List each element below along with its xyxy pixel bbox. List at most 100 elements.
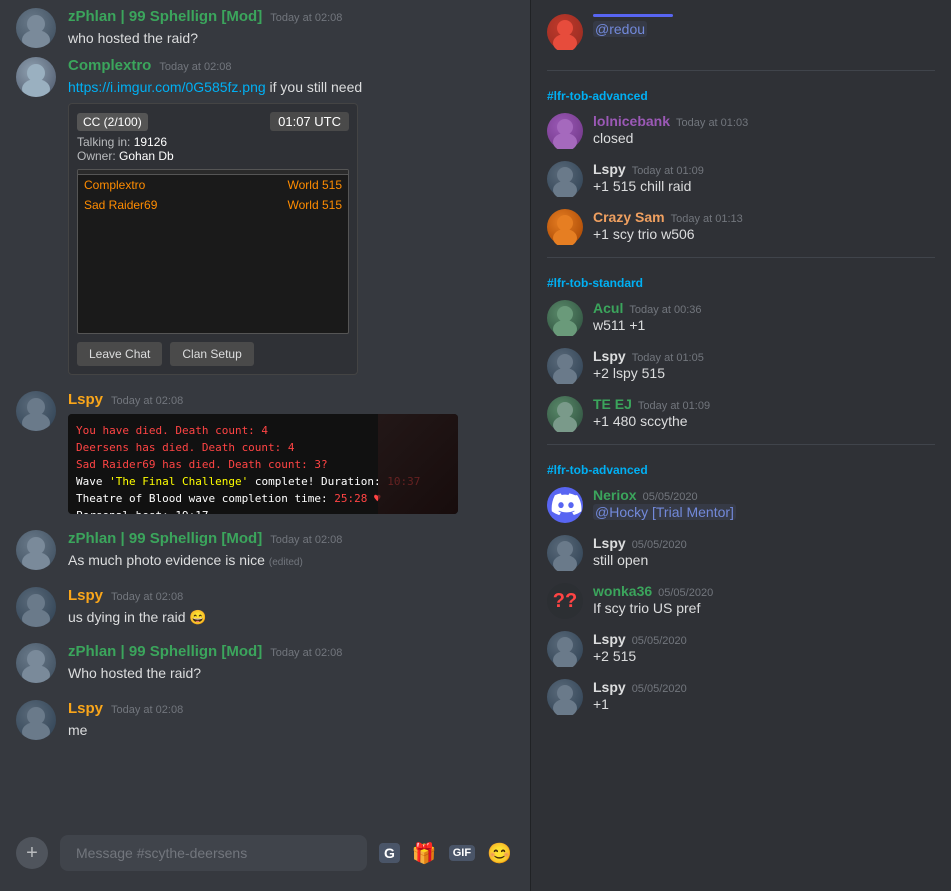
right-timestamp: Today at 00:36 bbox=[629, 304, 701, 316]
right-timestamp: Today at 01:05 bbox=[632, 352, 704, 364]
right-username: Lspy bbox=[593, 161, 626, 177]
emoji-button[interactable]: 😊 bbox=[485, 839, 514, 868]
timestamp: Today at 02:08 bbox=[111, 704, 183, 716]
avatar bbox=[16, 57, 56, 97]
add-attachment-button[interactable]: + bbox=[16, 837, 48, 869]
avatar-crazy-sam bbox=[547, 209, 583, 245]
right-header: lolnicebank Today at 01:03 bbox=[593, 113, 748, 129]
message-header: zPhlan | 99 Sphellign [Mod] Today at 02:… bbox=[68, 643, 514, 660]
player-entry: Sad Raider69 World 515 bbox=[78, 195, 348, 215]
message-header: Lspy Today at 02:08 bbox=[68, 700, 514, 717]
right-text: +1 480 sccythe bbox=[593, 412, 710, 432]
player-world: World 515 bbox=[288, 178, 342, 192]
right-message-content: @redou bbox=[593, 14, 673, 40]
divider bbox=[547, 257, 935, 258]
right-message: Crazy Sam Today at 01:13 +1 scy trio w50… bbox=[531, 203, 951, 251]
right-timestamp: Today at 01:13 bbox=[671, 213, 743, 225]
right-message: Acul Today at 00:36 w511 +1 bbox=[531, 294, 951, 342]
input-area: + G 🎁 GIF 😊 bbox=[0, 835, 530, 891]
game-embed: CC (2/100) 01:07 UTC Talking in: 19126 O… bbox=[68, 103, 358, 375]
divider bbox=[547, 444, 935, 445]
imgur-link[interactable]: https://i.imgur.com/0G585fz.png bbox=[68, 79, 266, 95]
player-list-box: Complextro World 515 Sad Raider69 World … bbox=[77, 169, 349, 334]
player-world: World 515 bbox=[288, 198, 342, 212]
right-text: @Hocky [Trial Mentor] bbox=[593, 503, 736, 523]
avatar bbox=[16, 643, 56, 683]
right-username: Lspy bbox=[593, 679, 626, 695]
avatar bbox=[16, 530, 56, 570]
edited-tag: (edited) bbox=[269, 557, 303, 568]
right-header: Lspy Today at 01:05 bbox=[593, 348, 704, 364]
cc-display: CC (2/100) bbox=[77, 114, 148, 129]
username: zPhlan | 99 Sphellign [Mod] bbox=[68, 8, 262, 25]
message-text: As much photo evidence is nice(edited) bbox=[68, 551, 514, 571]
death-screenshot: You have died. Death count: 4 Deersens h… bbox=[68, 414, 458, 514]
mention-redou: @redou bbox=[593, 21, 647, 37]
right-message: TE EJ Today at 01:09 +1 480 sccythe bbox=[531, 390, 951, 438]
leave-chat-button[interactable]: Leave Chat bbox=[77, 342, 162, 366]
avatar-acul bbox=[547, 300, 583, 336]
right-timestamp: Today at 01:09 bbox=[632, 165, 704, 177]
right-timestamp: 05/05/2020 bbox=[658, 587, 713, 599]
avatar bbox=[16, 8, 56, 48]
right-timestamp: Today at 01:03 bbox=[676, 117, 748, 129]
gift-button[interactable]: 🎁 bbox=[410, 839, 439, 868]
clan-setup-button[interactable]: Clan Setup bbox=[170, 342, 253, 366]
mention: @Hocky [Trial Mentor] bbox=[593, 504, 736, 520]
avatar-lspy bbox=[547, 679, 583, 715]
gif-button[interactable]: GIF bbox=[449, 845, 475, 861]
right-message-content: lolnicebank Today at 01:03 closed bbox=[593, 113, 748, 149]
message-content: zPhlan | 99 Sphellign [Mod] Today at 02:… bbox=[68, 530, 514, 571]
right-header: TE EJ Today at 01:09 bbox=[593, 396, 710, 412]
message-input[interactable] bbox=[60, 835, 367, 871]
message-content: Lspy Today at 02:08 me bbox=[68, 700, 514, 741]
message-group: Lspy Today at 02:08 us dying in the raid… bbox=[16, 587, 514, 628]
username-lspy: Lspy bbox=[68, 700, 103, 717]
message-header: Lspy Today at 02:08 bbox=[68, 587, 514, 604]
right-username: Acul bbox=[593, 300, 623, 316]
right-message-content: wonka36 05/05/2020 If scy trio US pref bbox=[593, 583, 713, 619]
right-message-content: Lspy 05/05/2020 +1 bbox=[593, 679, 687, 715]
message-group: Lspy Today at 02:08 me bbox=[16, 700, 514, 741]
player-entry: Complextro World 515 bbox=[78, 175, 348, 195]
embed-info: Talking in: 19126 Owner: Gohan Db bbox=[77, 135, 349, 163]
right-text: +1 515 chill raid bbox=[593, 177, 704, 197]
message-content: zPhlan | 99 Sphellign [Mod] Today at 02:… bbox=[68, 8, 514, 49]
message-content: Lspy Today at 02:08 You have died. Death… bbox=[68, 391, 514, 514]
timestamp: Today at 02:08 bbox=[270, 647, 342, 659]
messages-container: zPhlan | 99 Sphellign [Mod] Today at 02:… bbox=[0, 0, 530, 835]
message-group: Complextro Today at 02:08 https://i.imgu… bbox=[16, 57, 514, 376]
avatar bbox=[547, 14, 583, 50]
username-lspy: Lspy bbox=[68, 391, 103, 408]
message-text: who hosted the raid? bbox=[68, 29, 514, 49]
right-username: Neriox bbox=[593, 487, 637, 503]
right-message-content: TE EJ Today at 01:09 +1 480 sccythe bbox=[593, 396, 710, 432]
right-text: w511 +1 bbox=[593, 316, 702, 336]
right-username: Lspy bbox=[593, 631, 626, 647]
right-text: @redou bbox=[593, 20, 673, 40]
right-message: lolnicebank Today at 01:03 closed bbox=[531, 107, 951, 155]
avatar bbox=[16, 587, 56, 627]
message-content: Complextro Today at 02:08 https://i.imgu… bbox=[68, 57, 514, 376]
right-message-content: Lspy 05/05/2020 +2 515 bbox=[593, 631, 687, 667]
right-message-content: Neriox 05/05/2020 @Hocky [Trial Mentor] bbox=[593, 487, 736, 523]
right-timestamp: 05/05/2020 bbox=[643, 491, 698, 503]
right-text: +1 scy trio w506 bbox=[593, 225, 743, 245]
input-icons: G 🎁 GIF 😊 bbox=[379, 839, 514, 868]
avatar-lspy bbox=[547, 631, 583, 667]
right-text: If scy trio US pref bbox=[593, 599, 713, 619]
avatar-teej bbox=[547, 396, 583, 432]
right-header: Acul Today at 00:36 bbox=[593, 300, 702, 316]
embed-header: CC (2/100) 01:07 UTC bbox=[77, 112, 349, 131]
right-username: lolnicebank bbox=[593, 113, 670, 129]
right-message: Lspy 05/05/2020 +2 515 bbox=[531, 625, 951, 673]
right-text: +2 lspy 515 bbox=[593, 364, 704, 384]
translate-button[interactable]: G bbox=[379, 843, 400, 863]
message-header: Lspy Today at 02:08 bbox=[68, 391, 514, 408]
username-zphlan: zPhlan | 99 Sphellign [Mod] bbox=[68, 643, 262, 660]
right-username: wonka36 bbox=[593, 583, 652, 599]
right-header: Lspy 05/05/2020 bbox=[593, 679, 687, 695]
message-text: us dying in the raid 😄 bbox=[68, 608, 514, 628]
right-message-content: Lspy Today at 01:09 +1 515 chill raid bbox=[593, 161, 704, 197]
channel-header: #lfr-tob-advanced bbox=[531, 451, 951, 481]
